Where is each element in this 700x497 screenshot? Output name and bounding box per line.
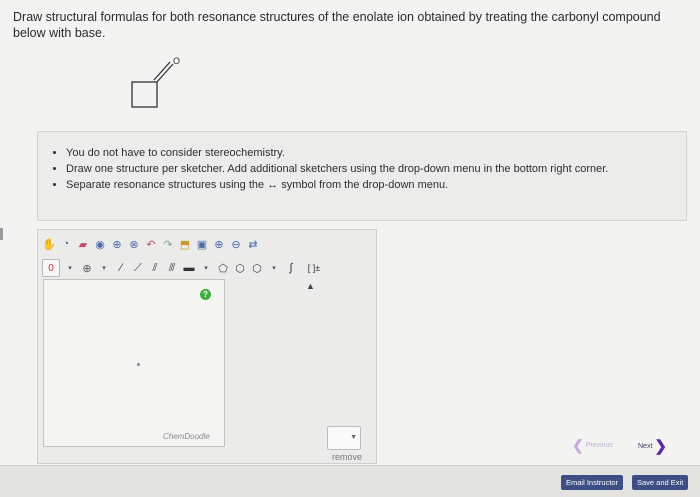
double-bond-icon[interactable]: ⫽ xyxy=(148,261,162,275)
eraser-icon[interactable]: ▰ xyxy=(76,237,90,251)
bond-options-icon[interactable]: ▬ xyxy=(182,261,196,275)
benzene-ring-icon[interactable]: ⬡ xyxy=(233,261,247,275)
bracket-tool[interactable]: [ ]± xyxy=(301,261,327,275)
save-and-exit-button[interactable]: Save and Exit xyxy=(632,475,689,490)
next-button[interactable]: Next ❯ xyxy=(638,437,667,455)
mouse-cursor-icon: ▲ xyxy=(306,281,315,291)
paste-icon[interactable]: ⊗ xyxy=(127,237,141,251)
oxygen-label: O xyxy=(173,56,180,66)
instructions-box: You do not have to consider stereochemis… xyxy=(37,131,687,221)
clear-icon[interactable]: ◉ xyxy=(93,237,107,251)
chevron-left-icon: ❮ xyxy=(572,437,584,453)
email-instructor-button[interactable]: Email Instructor xyxy=(561,475,624,490)
zoom-out-icon[interactable]: ⊖ xyxy=(229,237,243,251)
chevron-down-icon[interactable]: ▾ xyxy=(199,261,213,275)
chem-sketcher: ✋ ◔ ▰ ◉ ⊕ ⊗ ↶ ↷ ⬒ ▣ ⊕ ⊖ ⇄ 0 ▾ ⊕ ▾ ⁄ ⟋ ⫽ … xyxy=(37,229,377,464)
question-text: Draw structural formulas for both resona… xyxy=(13,10,661,40)
cyclobutanone-structure: O xyxy=(131,56,180,108)
flip-icon[interactable]: ⇄ xyxy=(246,237,260,251)
charge-selector[interactable]: 0 xyxy=(42,259,60,277)
cyclohexane-ring-icon[interactable]: ⬡ xyxy=(250,261,264,275)
add-atom-icon[interactable]: ⊕ xyxy=(80,261,94,275)
page-edge-marker xyxy=(0,228,3,240)
wedge-bond-icon[interactable]: ⟋ xyxy=(131,261,145,275)
center-icon[interactable]: ▣ xyxy=(195,237,209,251)
chevron-right-icon: ❯ xyxy=(654,438,667,455)
chevron-down-icon[interactable]: ▾ xyxy=(97,261,111,275)
chevron-down-icon[interactable]: ▾ xyxy=(63,261,77,275)
sketcher-toolbar-bottom: 0 ▾ ⊕ ▾ ⁄ ⟋ ⫽ ⫻ ▬ ▾ ⬠ ⬡ ⬡ ▾ ∫ [ ]± xyxy=(42,257,327,279)
previous-button[interactable]: ❮ Previous xyxy=(572,437,613,454)
triple-bond-icon[interactable]: ⫻ xyxy=(165,261,179,275)
help-icon[interactable]: ? xyxy=(200,289,211,300)
instruction-item: Draw one structure per sketcher. Add add… xyxy=(66,162,686,177)
cyclopentane-ring-icon[interactable]: ⬠ xyxy=(216,261,230,275)
instruction-item: Separate resonance structures using the … xyxy=(66,178,686,193)
template-icon[interactable]: ⬒ xyxy=(178,237,192,251)
instruction-item: You do not have to consider stereochemis… xyxy=(66,146,686,161)
remove-link[interactable]: remove xyxy=(332,452,362,462)
drawing-canvas[interactable] xyxy=(43,279,225,447)
sketcher-toolbar-top: ✋ ◔ ▰ ◉ ⊕ ⊗ ↶ ↷ ⬒ ▣ ⊕ ⊖ ⇄ xyxy=(42,233,260,255)
chemdoodle-logo: ChemDoodle xyxy=(163,432,210,441)
zoom-in-icon[interactable]: ⊕ xyxy=(212,237,226,251)
single-bond-icon[interactable]: ⁄ xyxy=(114,261,128,275)
previous-label: Previous xyxy=(585,442,613,449)
hand-tool-icon[interactable]: ✋ xyxy=(42,237,56,251)
next-label: Next xyxy=(638,442,653,450)
arrow-tool-icon[interactable]: ∫ xyxy=(284,261,298,275)
undo-icon[interactable]: ↶ xyxy=(144,237,158,251)
chevron-down-icon[interactable]: ▾ xyxy=(267,261,281,275)
lasso-icon[interactable]: ◔ xyxy=(59,237,73,251)
canvas-marker xyxy=(137,363,140,366)
redo-icon[interactable]: ↷ xyxy=(161,237,175,251)
copy-icon[interactable]: ⊕ xyxy=(110,237,124,251)
sketcher-dropdown[interactable]: ▼ xyxy=(327,426,361,450)
chevron-down-icon: ▼ xyxy=(350,434,357,441)
